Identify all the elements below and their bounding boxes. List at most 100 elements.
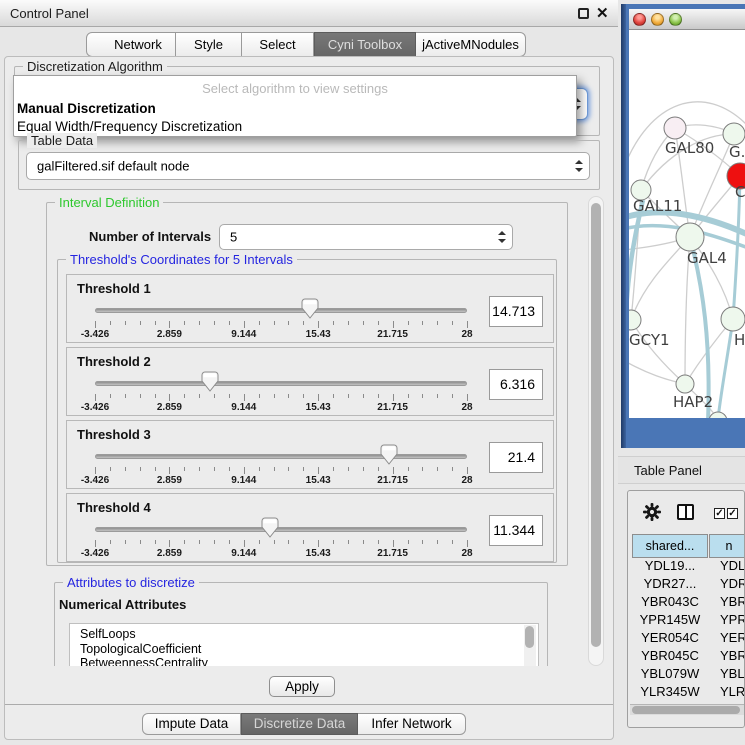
tick-mark xyxy=(214,467,215,471)
close-icon[interactable]: ✕ xyxy=(596,4,609,22)
threshold-value-field[interactable]: 11.344 xyxy=(489,515,543,546)
tick-mark xyxy=(467,394,468,401)
attribute-list-item[interactable]: SelfLoops xyxy=(70,627,538,642)
tick-mark xyxy=(214,394,215,398)
algorithm-option-manual[interactable]: Manual Discretization xyxy=(17,100,573,118)
tick-mark xyxy=(140,321,141,325)
tick-mark xyxy=(125,394,126,398)
attribute-list-item[interactable]: TopologicalCoefficient xyxy=(70,642,538,657)
cell-name[interactable]: YBL0 xyxy=(720,666,745,681)
threshold-value-field[interactable]: 6.316 xyxy=(489,369,543,400)
cell-name[interactable]: YLR3 xyxy=(720,684,745,699)
cell-name[interactable]: YBR0 xyxy=(720,594,745,609)
network-node[interactable] xyxy=(629,310,641,330)
tick-label: -3.426 xyxy=(81,402,109,413)
slider-track[interactable] xyxy=(95,527,467,532)
tick-mark xyxy=(199,321,200,325)
cell-shared-name[interactable]: YER054C xyxy=(632,630,708,645)
window-close-button[interactable] xyxy=(633,13,646,26)
slider-thumb[interactable] xyxy=(201,371,219,392)
cell-shared-name[interactable]: YPR145W xyxy=(632,612,708,627)
gear-icon[interactable] xyxy=(642,502,662,522)
threshold-value-field[interactable]: 14.713 xyxy=(489,296,543,327)
network-node[interactable] xyxy=(676,223,704,251)
network-node[interactable] xyxy=(664,117,686,139)
attribute-list-item[interactable]: BetweennessCentrality xyxy=(70,656,538,666)
table-row[interactable]: YBR045C YBR0 xyxy=(632,648,745,666)
table-row[interactable]: YDL19... YDL1 xyxy=(632,558,745,576)
tick-mark xyxy=(244,321,245,328)
cell-shared-name[interactable]: YDL19... xyxy=(632,558,708,573)
tick-label: 21.715 xyxy=(377,329,408,340)
network-edge[interactable] xyxy=(631,320,685,384)
network-window-titlebar[interactable] xyxy=(629,9,745,30)
network-node[interactable] xyxy=(709,412,727,418)
tab-infer-network[interactable]: Infer Network xyxy=(358,713,466,735)
table-data-combobox[interactable]: galFiltered.sif default node xyxy=(26,152,590,180)
network-node[interactable] xyxy=(723,123,745,145)
table-row[interactable]: YBR043C YBR0 xyxy=(632,594,745,612)
numerical-attributes-list[interactable]: SelfLoopsTopologicalCoefficientBetweenne… xyxy=(69,623,539,666)
tab-cyni-toolbox[interactable]: Cyni Toolbox xyxy=(314,32,416,57)
algorithm-placeholder-option[interactable]: Select algorithm to view settings xyxy=(14,81,576,96)
attributes-scrollbar[interactable] xyxy=(524,625,536,666)
checkbox-icon[interactable]: ✓ xyxy=(727,508,738,519)
tab-discretize-data[interactable]: Discretize Data xyxy=(241,713,358,735)
number-of-intervals-combobox[interactable]: 5 xyxy=(219,224,513,250)
table-row[interactable]: YBL079W YBL0 xyxy=(632,666,745,684)
scrollbar-thumb[interactable] xyxy=(591,203,601,647)
node-label: GAL11 xyxy=(633,197,682,215)
slider-track[interactable] xyxy=(95,308,467,313)
tick-mark xyxy=(408,467,409,471)
settings-vertical-scrollbar[interactable] xyxy=(588,196,604,666)
threshold-value-field[interactable]: 21.4 xyxy=(489,442,543,473)
threshold-label: Threshold 4 xyxy=(77,500,151,515)
tick-mark xyxy=(348,540,349,544)
cell-shared-name[interactable]: YBL079W xyxy=(632,666,708,681)
column-header-name[interactable]: n xyxy=(709,534,745,558)
tab-select[interactable]: Select xyxy=(242,32,314,57)
slider-track[interactable] xyxy=(95,381,467,386)
table-horizontal-scrollbar[interactable] xyxy=(630,704,744,715)
algorithm-option-equal-width[interactable]: Equal Width/Frequency Discretization xyxy=(17,118,573,136)
tick-mark xyxy=(199,540,200,544)
tab-impute-data[interactable]: Impute Data xyxy=(142,713,241,735)
network-edge[interactable] xyxy=(631,237,690,320)
checkbox-icon[interactable]: ✓ xyxy=(714,508,725,519)
cell-name[interactable]: YDL1 xyxy=(720,558,745,573)
slider-thumb[interactable] xyxy=(380,444,398,465)
column-view-icon[interactable] xyxy=(677,504,694,520)
cell-name[interactable]: YER0 xyxy=(720,630,745,645)
table-row[interactable]: YLR345W YLR3 xyxy=(632,684,745,702)
cell-shared-name[interactable]: YLR345W xyxy=(632,684,708,699)
thresholds-group: Threshold's Coordinates for 5 Intervals … xyxy=(57,259,557,563)
cell-name[interactable]: YBR0 xyxy=(720,648,745,663)
tab-style[interactable]: Style xyxy=(176,32,242,57)
slider-thumb[interactable] xyxy=(261,517,279,538)
column-header-shared-name[interactable]: shared... xyxy=(632,534,708,558)
network-node[interactable] xyxy=(676,375,694,393)
tab-jactivemnodules[interactable]: jActiveMNodules xyxy=(416,32,526,57)
scrollbar-thumb[interactable] xyxy=(632,706,740,714)
slider-thumb[interactable] xyxy=(301,298,319,319)
tick-mark xyxy=(318,540,319,547)
tick-mark xyxy=(95,394,96,401)
cell-shared-name[interactable]: YBR045C xyxy=(632,648,708,663)
network-node[interactable] xyxy=(721,307,745,331)
cell-shared-name[interactable]: YDR27... xyxy=(632,576,708,591)
tab-network[interactable]: Network xyxy=(86,32,176,57)
table-row[interactable]: YDR27... YDR2 xyxy=(632,576,745,594)
slider-track[interactable] xyxy=(95,454,467,459)
tick-mark xyxy=(229,321,230,325)
cell-shared-name[interactable]: YBR043C xyxy=(632,594,708,609)
apply-button[interactable]: Apply xyxy=(269,676,335,697)
float-window-icon[interactable] xyxy=(578,8,589,19)
table-row[interactable]: YPR145W YPR1 xyxy=(632,612,745,630)
window-zoom-button[interactable] xyxy=(669,13,682,26)
cell-name[interactable]: YPR1 xyxy=(720,612,745,627)
cell-name[interactable]: YDR2 xyxy=(720,576,745,591)
tick-mark xyxy=(422,467,423,471)
network-canvas[interactable]: GAL80G.CGAL11GAL4GCY1HHAP2 xyxy=(629,30,745,418)
window-minimize-button[interactable] xyxy=(651,13,664,26)
table-row[interactable]: YER054C YER0 xyxy=(632,630,745,648)
